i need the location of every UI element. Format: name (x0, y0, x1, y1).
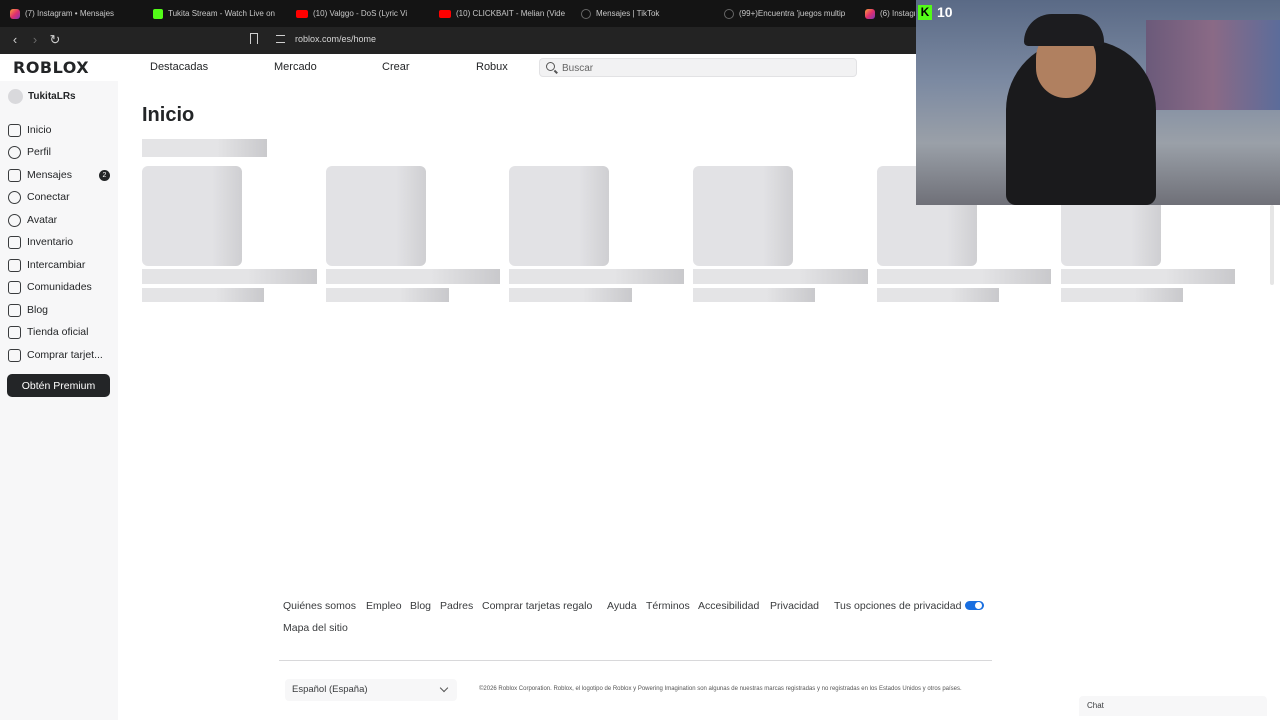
footer-link-accessibility[interactable]: Accesibilidad (698, 600, 759, 612)
webcam-background (1146, 20, 1280, 110)
instagram-icon (865, 8, 875, 19)
groups-icon (8, 280, 21, 294)
sidebar-item-avatar[interactable]: Avatar (8, 211, 114, 229)
chat-bar[interactable]: Chat (1079, 696, 1267, 716)
sidebar-item-intercambiar[interactable]: Intercambiar (8, 256, 114, 274)
tiktok-icon (581, 8, 591, 19)
skeleton-line (693, 269, 868, 284)
sidebar-item-blog[interactable]: Blog (8, 301, 114, 319)
inventory-icon (8, 235, 21, 249)
sidebar-item-tienda[interactable]: Tienda oficial (8, 323, 114, 341)
instagram-icon (10, 8, 20, 19)
skeleton-line (509, 288, 632, 302)
roblox-logo[interactable]: ROBLOX (13, 58, 89, 77)
privacy-choices-icon[interactable] (965, 601, 984, 610)
youtube-icon (439, 9, 451, 18)
search-input[interactable] (562, 61, 842, 75)
sidebar-item-inventario[interactable]: Inventario (8, 233, 114, 251)
nav-destacadas[interactable]: Destacadas (150, 61, 208, 73)
skeleton-tile (326, 166, 426, 266)
language-value: Español (España) (292, 684, 368, 695)
browser-tab[interactable]: (7) Instagram • Mensajes (10, 0, 138, 27)
skeleton-line (509, 269, 684, 284)
forward-icon[interactable]: › (26, 31, 44, 49)
skeleton-tile (509, 166, 609, 266)
footer-divider (279, 660, 992, 661)
sidebar-item-inicio[interactable]: Inicio (8, 121, 114, 139)
tiktok-icon (724, 8, 734, 19)
page-scrollbar[interactable] (1270, 205, 1274, 285)
footer-link-privacy-choices[interactable]: Tus opciones de privacidad (834, 600, 961, 612)
site-settings-icon[interactable] (276, 35, 285, 43)
streamer-cap (1024, 14, 1104, 46)
back-icon[interactable]: ‹ (6, 31, 24, 49)
nav-robux[interactable]: Robux (476, 61, 508, 73)
sidebar-item-conectar[interactable]: Conectar (8, 188, 114, 206)
username: TukitaLRs (28, 91, 76, 102)
search-box[interactable] (539, 58, 857, 77)
messages-badge: 2 (99, 170, 110, 181)
footer-link-jobs[interactable]: Empleo (366, 600, 402, 612)
footer-link-gift-cards[interactable]: Comprar tarjetas regalo (482, 600, 592, 612)
skeleton-line (142, 288, 264, 302)
footer-link-help[interactable]: Ayuda (607, 600, 637, 612)
footer-link-parents[interactable]: Padres (440, 600, 473, 612)
kick-icon (153, 8, 163, 19)
sidebar-item-comunidades[interactable]: Comunidades (8, 278, 114, 296)
skeleton-heading (142, 139, 267, 157)
sidebar-item-tarjetas[interactable]: Comprar tarjet... (8, 346, 114, 364)
avatar (8, 89, 23, 104)
skeleton-line (693, 288, 815, 302)
footer-link-privacy[interactable]: Privacidad (770, 600, 819, 612)
home-icon (8, 123, 21, 137)
sidebar-user[interactable]: TukitaLRs (8, 89, 76, 104)
nav-mercado[interactable]: Mercado (274, 61, 317, 73)
legal-text: ©2026 Roblox Corporation. Roblox, el log… (479, 686, 962, 692)
browser-tab[interactable]: Tukita Stream - Watch Live on (153, 0, 279, 27)
browser-tab[interactable]: (10) Valggo - DoS (Lyric Vi (296, 0, 422, 27)
reload-icon[interactable]: ↻ (46, 31, 64, 49)
youtube-icon (296, 9, 308, 18)
nav-crear[interactable]: Crear (382, 61, 410, 73)
viewer-count-value: 10 (937, 4, 953, 20)
language-select[interactable]: Español (España) (285, 679, 457, 701)
kick-icon: K (918, 4, 932, 20)
profile-icon (8, 145, 21, 159)
skeleton-line (326, 288, 449, 302)
skeleton-line (1061, 288, 1183, 302)
avatar-icon (8, 213, 21, 227)
browser-tab[interactable]: (6) Instagr (865, 0, 915, 27)
skeleton-line (877, 288, 999, 302)
url-field[interactable]: roblox.com/es/home (295, 34, 376, 44)
chevron-down-icon (439, 683, 449, 693)
footer-link-about[interactable]: Quiénes somos (283, 600, 356, 612)
browser-tab[interactable]: Mensajes | TikTok (581, 0, 707, 27)
friends-icon (8, 190, 21, 204)
skeleton-tile (142, 166, 242, 266)
page-title: Inicio (142, 104, 195, 126)
footer-link-terms[interactable]: Términos (646, 600, 690, 612)
bookmark-icon[interactable] (250, 33, 258, 44)
shop-icon (8, 325, 21, 339)
skeleton-line (142, 269, 317, 284)
skeleton-tile (693, 166, 793, 266)
skeleton-line (877, 269, 1051, 284)
messages-icon (8, 168, 21, 182)
webcam-overlay (916, 0, 1280, 205)
skeleton-line (1061, 269, 1235, 284)
blog-icon (8, 303, 21, 317)
gift-card-icon (8, 348, 21, 362)
trade-icon (8, 258, 21, 272)
viewer-count: K 10 (918, 4, 953, 20)
sidebar-item-perfil[interactable]: Perfil (8, 143, 114, 161)
footer-link-blog[interactable]: Blog (410, 600, 431, 612)
browser-tab[interactable]: (10) CLICKBAIT - Melian (Vide (439, 0, 565, 27)
skeleton-line (326, 269, 500, 284)
browser-tab[interactable]: (99+)Encuentra 'juegos multip (724, 0, 850, 27)
search-icon (546, 62, 555, 71)
premium-button[interactable]: Obtén Premium (7, 374, 110, 397)
footer-link-sitemap[interactable]: Mapa del sitio (283, 622, 348, 634)
